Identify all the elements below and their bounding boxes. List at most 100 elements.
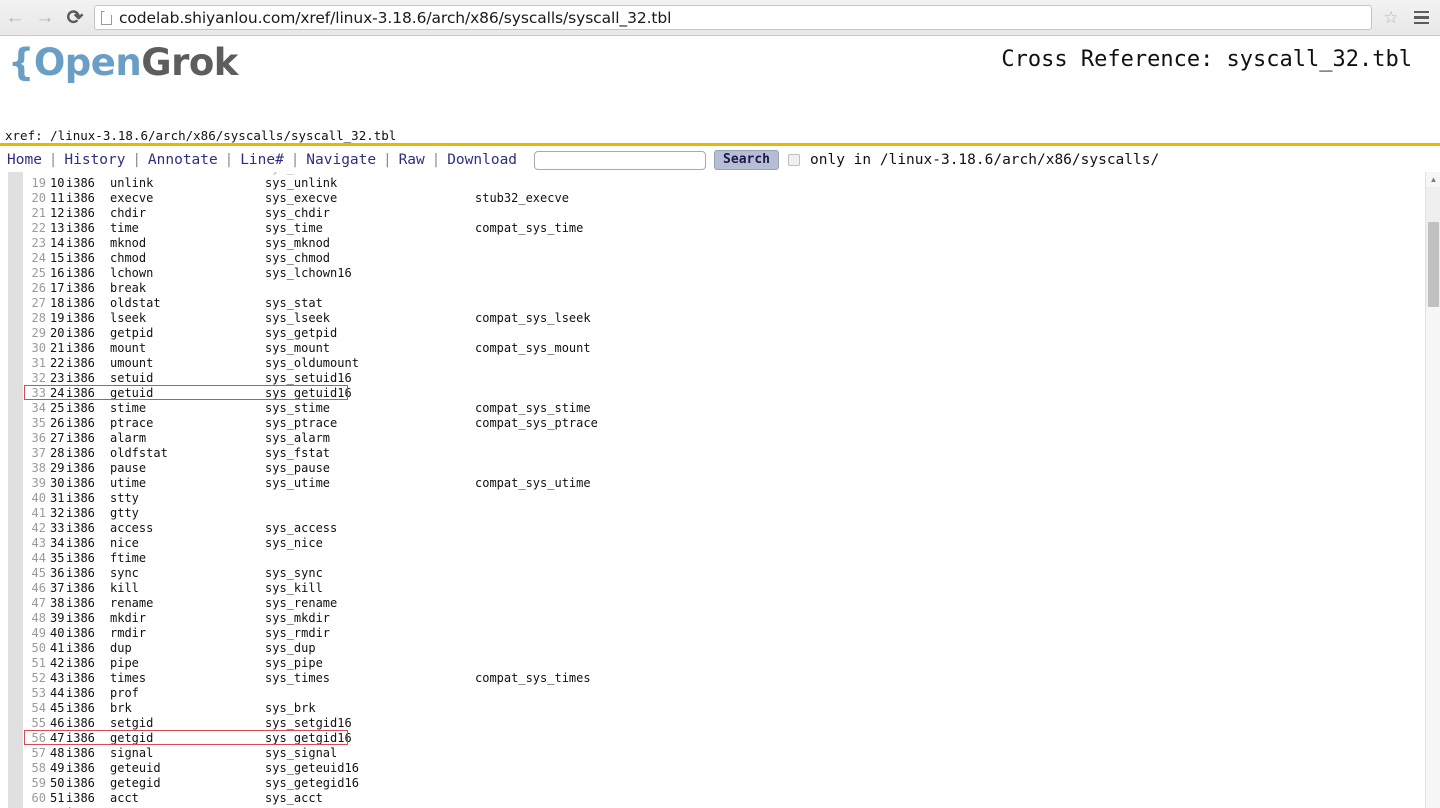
syscall-name[interactable]: lchown [110,266,153,281]
syscall-name[interactable]: dup [110,641,132,656]
menu-item-annotate[interactable]: Annotate [141,152,225,168]
syscall-name[interactable]: execve [110,191,153,206]
line-number[interactable]: 47 [0,596,46,611]
line-number[interactable]: 35 [0,416,46,431]
syscall-entry[interactable]: sys_chmod [265,251,330,266]
syscall-entry[interactable]: sys_alarm [265,431,330,446]
syscall-name[interactable]: getgid [110,731,153,746]
syscall-entry[interactable]: sys_getuid16 [265,386,352,401]
syscall-name[interactable]: unlink [110,176,153,191]
line-number[interactable]: 51 [0,656,46,671]
breadcrumb[interactable]: xref: /linux-3.18.6/arch/x86/syscalls/sy… [5,128,396,143]
syscall-entry[interactable]: sys_stime [265,401,330,416]
syscall-entry[interactable]: sys_rmdir [265,626,330,641]
menu-item-navigate[interactable]: Navigate [299,152,383,168]
syscall-entry[interactable]: sys_mkdir [265,611,330,626]
syscall-entry[interactable]: sys_pause [265,461,330,476]
syscall-name[interactable]: getpid [110,326,153,341]
syscall-name[interactable]: setgid [110,716,153,731]
line-number[interactable]: 45 [0,566,46,581]
syscall-entry[interactable]: sys_ptrace [265,416,337,431]
syscall-compat-entry[interactable]: compat_sys_stime [475,401,591,416]
line-number[interactable]: 53 [0,686,46,701]
line-number[interactable]: 50 [0,641,46,656]
opengrok-logo[interactable]: {OpenGrok [8,41,238,84]
syscall-name[interactable]: alarm [110,431,146,446]
syscall-entry[interactable]: sys_unlink [265,176,337,191]
line-number[interactable]: 43 [0,536,46,551]
syscall-entry[interactable]: sys_times [265,671,330,686]
syscall-name[interactable]: setuid [110,371,153,386]
line-number[interactable]: 40 [0,491,46,506]
line-number[interactable]: 25 [0,266,46,281]
menu-item-line-numbers[interactable]: Line# [233,152,291,168]
forward-icon[interactable]: → [30,3,60,33]
line-number[interactable]: 29 [0,326,46,341]
line-number[interactable]: 26 [0,281,46,296]
syscall-name[interactable]: break [110,281,146,296]
syscall-name[interactable]: rename [110,596,153,611]
line-number[interactable]: 32 [0,371,46,386]
syscall-name[interactable]: lseek [110,311,146,326]
line-number[interactable]: 42 [0,521,46,536]
syscall-entry[interactable]: sys_lseek [265,311,330,326]
line-number[interactable]: 20 [0,191,46,206]
scroll-up-arrow-icon[interactable]: ▲ [1426,172,1440,187]
syscall-compat-entry[interactable]: compat_sys_ptrace [475,416,598,431]
syscall-name[interactable]: gtty [110,506,139,521]
syscall-entry[interactable]: sys_time [265,221,323,236]
syscall-name[interactable]: getuid [110,386,153,401]
syscall-entry[interactable]: sys_nice [265,536,323,551]
line-number[interactable]: 37 [0,446,46,461]
hamburger-menu-icon[interactable] [1406,3,1436,33]
syscall-name[interactable]: mount [110,341,146,356]
line-number[interactable]: 31 [0,356,46,371]
line-number[interactable]: 39 [0,476,46,491]
syscall-entry[interactable]: sys_getegid16 [265,776,359,791]
syscall-compat-entry[interactable]: compat_sys_time [475,221,583,236]
line-number[interactable]: 24 [0,251,46,266]
syscall-compat-entry[interactable]: compat_sys_times [475,671,591,686]
line-number[interactable]: 33 [0,386,46,401]
syscall-compat-entry[interactable]: compat_sys_mount [475,341,591,356]
line-number[interactable]: 41 [0,506,46,521]
line-number[interactable]: 58 [0,761,46,776]
syscall-name[interactable]: prof [110,686,139,701]
syscall-name[interactable]: time [110,221,139,236]
search-input[interactable] [534,150,707,170]
reload-icon[interactable]: ⟳ [60,3,90,33]
syscall-name[interactable]: oldstat [110,296,161,311]
syscall-name[interactable]: ftime [110,551,146,566]
line-number[interactable]: 57 [0,746,46,761]
line-number[interactable]: 59 [0,776,46,791]
menu-item-history[interactable]: History [57,152,132,168]
syscall-entry[interactable]: sys_fstat [265,446,330,461]
line-number[interactable]: 28 [0,311,46,326]
syscall-entry[interactable]: sys_rename [265,596,337,611]
syscall-entry[interactable]: sys_getgid16 [265,731,352,746]
back-icon[interactable]: ← [0,3,30,33]
syscall-entry[interactable]: sys_chdir [265,206,330,221]
syscall-entry[interactable]: sys_mount [265,341,330,356]
syscall-name[interactable]: geteuid [110,761,161,776]
line-number[interactable]: 38 [0,461,46,476]
line-number[interactable]: 54 [0,701,46,716]
syscall-name[interactable]: pipe [110,656,139,671]
line-number[interactable]: 55 [0,716,46,731]
syscall-entry[interactable]: sys_sync [265,566,323,581]
syscall-entry[interactable]: sys_setgid16 [265,716,352,731]
syscall-name[interactable]: ptrace [110,416,153,431]
syscall-name[interactable]: mknod [110,236,146,251]
syscall-name[interactable]: brk [110,701,132,716]
scrollbar-thumb[interactable] [1428,222,1439,307]
syscall-entry[interactable]: sys_oldumount [265,356,359,371]
syscall-entry[interactable]: sys_setuid16 [265,371,352,386]
menu-item-raw[interactable]: Raw [392,152,432,168]
syscall-name[interactable]: pause [110,461,146,476]
syscall-entry[interactable]: sys_lchown16 [265,266,352,281]
syscall-compat-entry[interactable]: compat_sys_utime [475,476,591,491]
line-number[interactable]: 22 [0,221,46,236]
syscall-entry[interactable]: sys_signal [265,746,337,761]
line-number[interactable]: 56 [0,731,46,746]
syscall-name[interactable]: chmod [110,251,146,266]
